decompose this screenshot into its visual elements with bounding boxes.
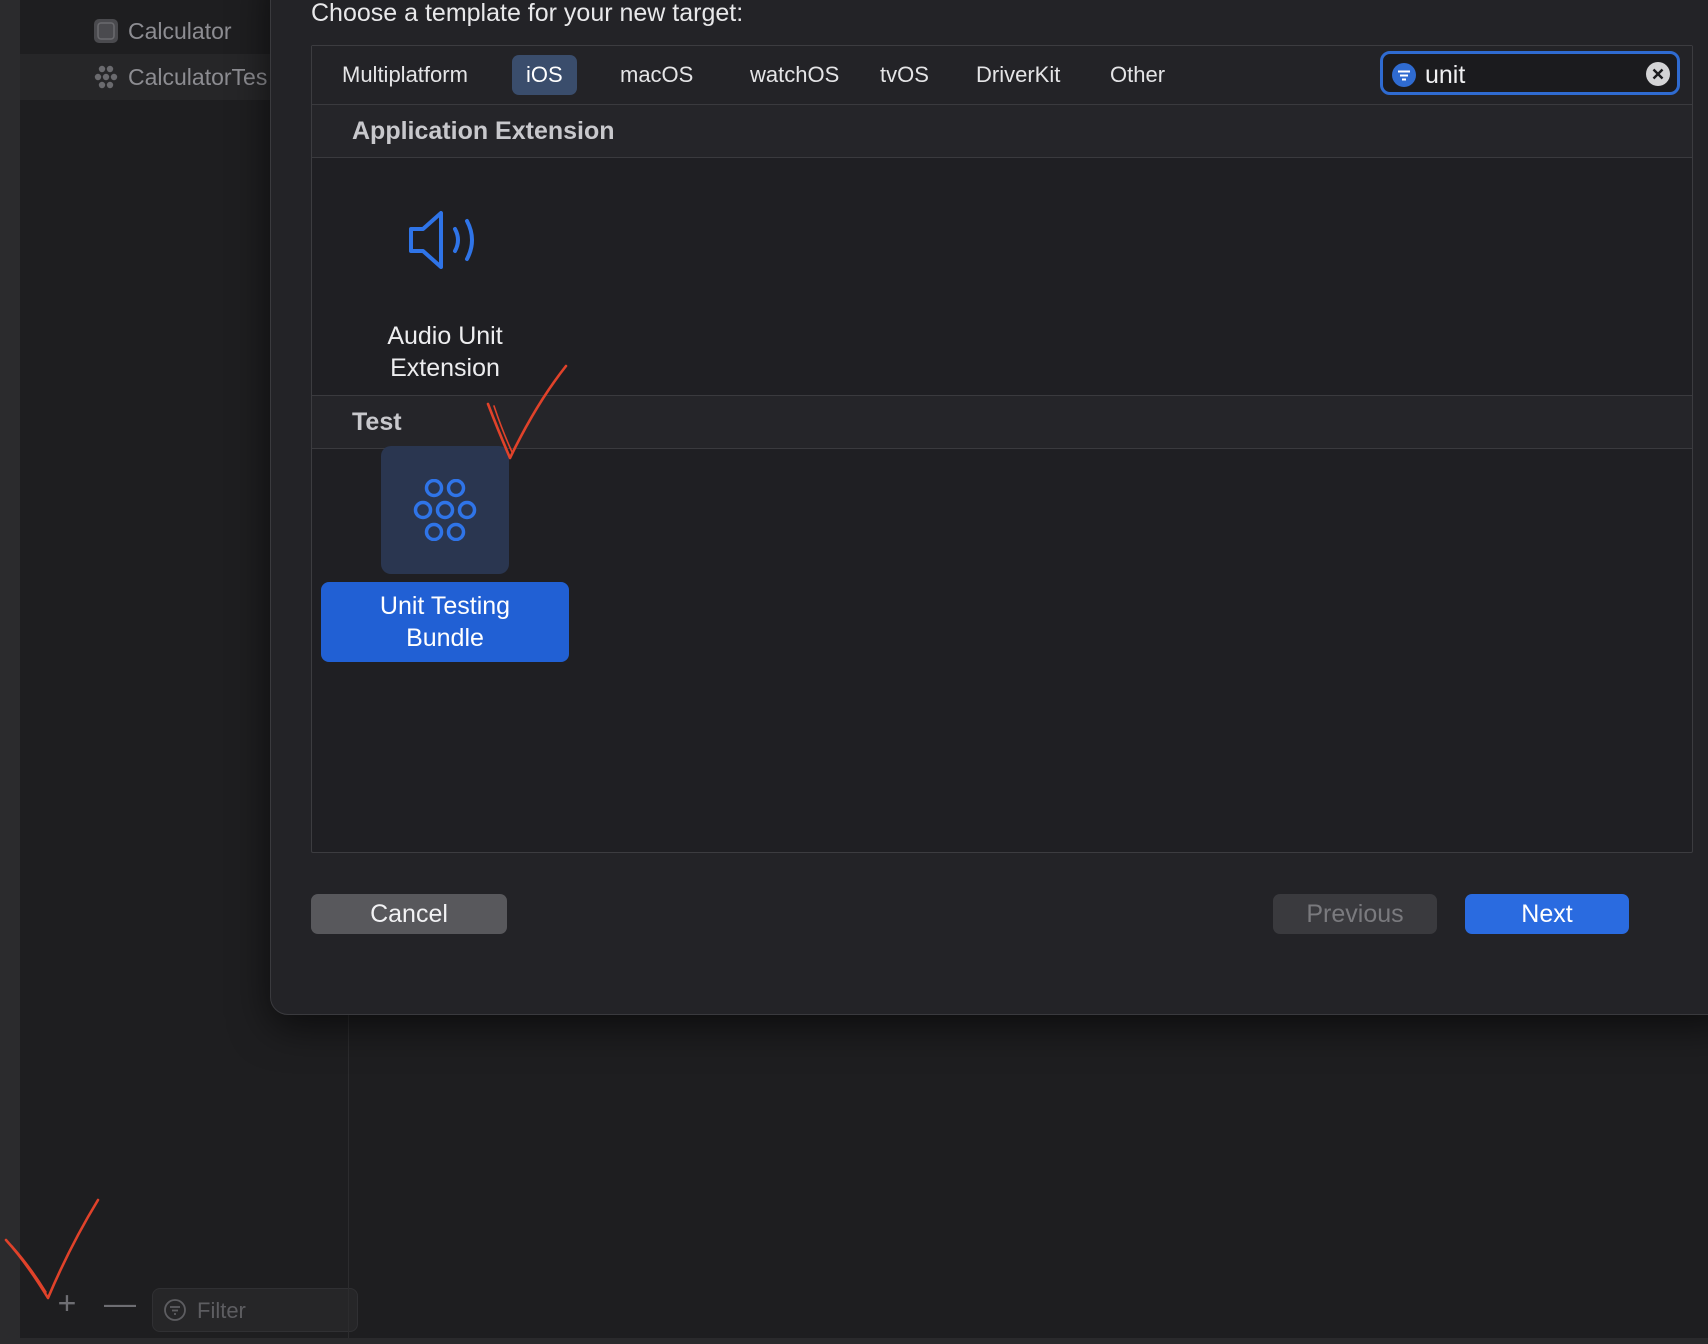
next-button[interactable]: Next <box>1465 894 1629 934</box>
clear-search-icon[interactable] <box>1645 61 1671 87</box>
filter-input[interactable]: Filter <box>152 1288 358 1332</box>
window-edge <box>0 0 20 1344</box>
search-value: unit <box>1425 61 1466 89</box>
section-title: Application Extension <box>352 117 615 145</box>
cancel-button[interactable]: Cancel <box>311 894 507 934</box>
section-header-application-extension: Application Extension <box>312 105 1692 158</box>
sheet-title: Choose a template for your new target: <box>311 0 744 27</box>
unit-test-icon <box>413 479 477 541</box>
template-label-line: Bundle <box>406 624 484 652</box>
template-label-line: Audio Unit <box>387 322 503 350</box>
tab-ios[interactable]: iOS <box>512 55 577 95</box>
app-target-icon <box>94 19 118 43</box>
template-search-input[interactable]: unit <box>1380 51 1680 95</box>
filter-icon <box>1392 63 1416 87</box>
section-title: Test <box>352 408 402 436</box>
template-label-line: Unit Testing <box>379 592 511 620</box>
annotation-checkmark-icon <box>486 364 568 460</box>
speaker-icon <box>409 211 474 269</box>
tab-other[interactable]: Other <box>1096 55 1179 95</box>
template-unit-testing-bundle[interactable]: Unit Testing Bundle <box>320 446 570 662</box>
template-icon-box <box>381 176 509 304</box>
template-label: Unit Testing Bundle <box>321 582 569 662</box>
editor-divider <box>348 1014 349 1338</box>
sidebar-item-label: CalculatorTes <box>128 63 268 90</box>
bottom-bar <box>20 1338 1708 1344</box>
annotation-checkmark-icon <box>4 1198 100 1300</box>
sidebar-item-label: Calculator <box>128 17 232 44</box>
tab-multiplatform[interactable]: Multiplatform <box>328 55 482 95</box>
test-target-icon <box>94 65 118 89</box>
tab-driverkit[interactable]: DriverKit <box>962 55 1074 95</box>
previous-button[interactable]: Previous <box>1273 894 1437 934</box>
new-target-sheet: Choose a template for your new target: M… <box>270 0 1708 1015</box>
platform-tab-bar: Multiplatform iOS macOS watchOS tvOS Dri… <box>312 46 1692 105</box>
tab-tvos[interactable]: tvOS <box>866 55 943 95</box>
tab-macos[interactable]: macOS <box>606 55 707 95</box>
filter-placeholder: Filter <box>197 1298 246 1323</box>
filter-icon <box>164 1299 186 1321</box>
tab-watchos[interactable]: watchOS <box>736 55 853 95</box>
